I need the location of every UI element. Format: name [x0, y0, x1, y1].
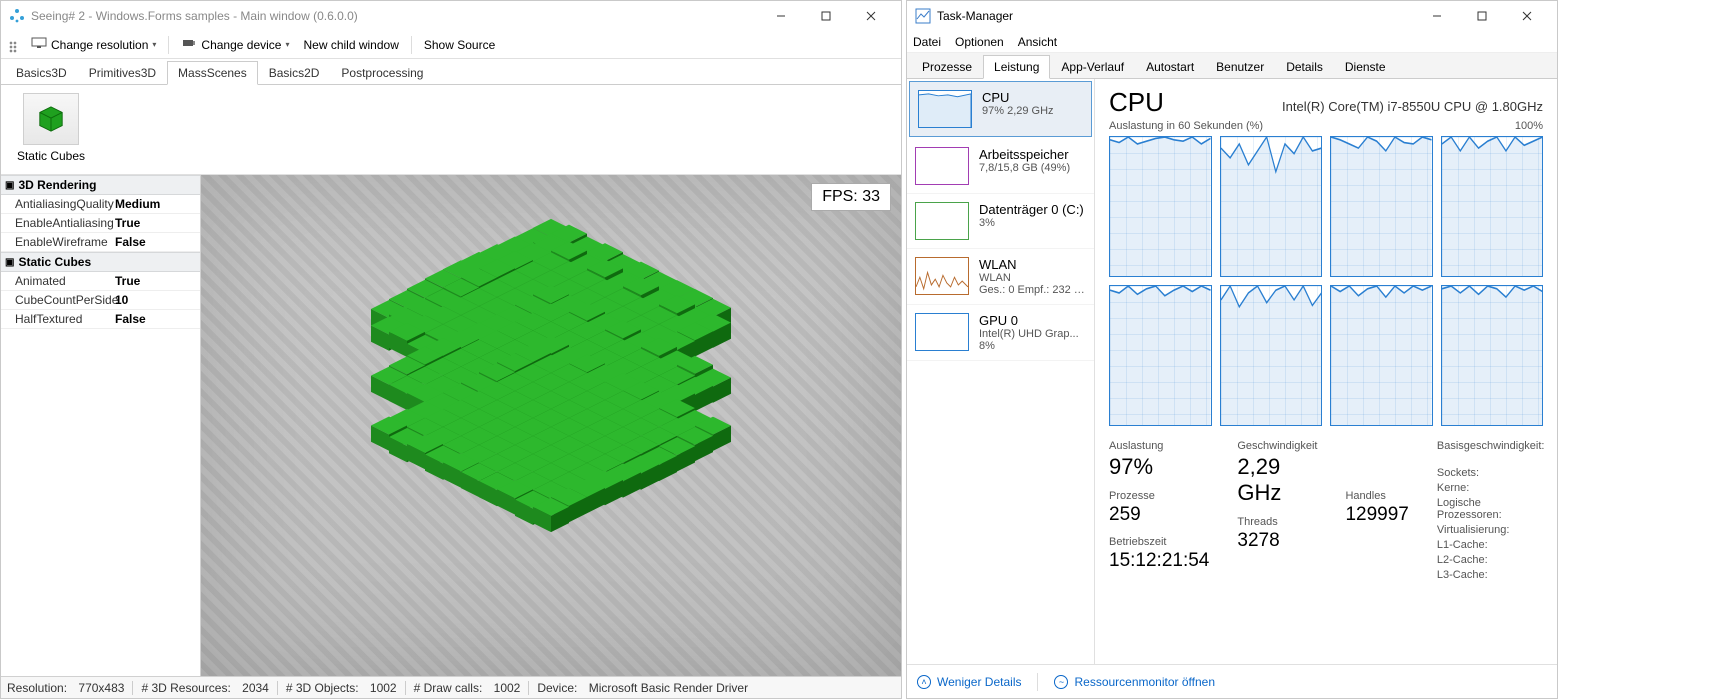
- menu-optionen[interactable]: Optionen: [955, 35, 1004, 49]
- activity-icon: ~: [1054, 675, 1068, 689]
- tm-maximize-button[interactable]: [1459, 2, 1504, 30]
- tm-menubar: Datei Optionen Ansicht: [907, 31, 1557, 53]
- cpu-chart: [1330, 136, 1433, 277]
- tm-tab-autostart[interactable]: Autostart: [1135, 55, 1205, 78]
- tm-close-button[interactable]: [1504, 2, 1549, 30]
- task-manager-icon: [915, 8, 931, 24]
- tm-tab-leistung[interactable]: Leistung: [983, 55, 1050, 79]
- prop-row[interactable]: EnableAntialiasingTrue: [1, 214, 200, 233]
- cpu-detail-table: Basisgeschwindigkeit:1,99 GHzSockets:1Ke…: [1437, 440, 1557, 581]
- chevron-up-icon: ˄: [917, 675, 931, 689]
- tm-side-datentr-ger-0-c-[interactable]: Datenträger 0 (C:)3%: [907, 194, 1094, 249]
- tm-titlebar: Task-Manager: [907, 1, 1557, 31]
- thumb-label: Static Cubes: [11, 149, 91, 163]
- tm-side-arbeitsspeicher[interactable]: Arbeitsspeicher7,8/15,8 GB (49%): [907, 139, 1094, 194]
- show-source-button[interactable]: Show Source: [418, 36, 501, 54]
- prop-row[interactable]: HalfTexturedFalse: [1, 310, 200, 329]
- prop-row[interactable]: CubeCountPerSide10: [1, 291, 200, 310]
- thumb-preview: [23, 93, 79, 145]
- task-manager-window: Task-Manager Datei Optionen Ansicht Prozes…: [906, 0, 1558, 699]
- titlebar: Seeing# 2 - Windows.Forms samples - Main…: [1, 1, 901, 31]
- monitor-icon: [31, 37, 47, 52]
- tab-primitives3d[interactable]: Primitives3D: [78, 61, 167, 84]
- tm-tab-benutzer[interactable]: Benutzer: [1205, 55, 1275, 78]
- sample-thumb-static-cubes[interactable]: Static Cubes: [11, 93, 91, 163]
- window-title: Seeing# 2 - Windows.Forms samples - Main…: [31, 9, 758, 23]
- fps-overlay: FPS: 33: [811, 183, 891, 211]
- cpu-stats: Auslastung97% Prozesse259 Betriebszeit15…: [1109, 440, 1543, 581]
- gpu-icon: [181, 37, 197, 52]
- prop-row[interactable]: AnimatedTrue: [1, 272, 200, 291]
- change-device-button[interactable]: Change device▾: [175, 35, 295, 54]
- toolbar: Change resolution▾ Change device▾ New ch…: [1, 31, 901, 59]
- cpu-charts-grid: [1109, 136, 1543, 426]
- tab-postprocessing[interactable]: Postprocessing: [330, 61, 434, 84]
- cpu-chart: [1109, 285, 1212, 426]
- cube-mesh: [331, 197, 771, 637]
- chart-subtitle: Auslastung in 60 Sekunden (%): [1109, 120, 1263, 132]
- prop-row[interactable]: AntialiasingQualityMedium: [1, 195, 200, 214]
- tm-tab-details[interactable]: Details: [1275, 55, 1334, 78]
- cpu-model: Intel(R) Core(TM) i7-8550U CPU @ 1.80GHz: [1282, 99, 1543, 114]
- sample-tabs: Basics3DPrimitives3DMassScenesBasics2DPo…: [1, 59, 901, 85]
- close-button[interactable]: [848, 2, 893, 30]
- minimize-button[interactable]: [758, 2, 803, 30]
- chart-max: 100%: [1515, 120, 1543, 132]
- tm-footer: ˄Weniger Details ~Ressourcenmonitor öffn…: [907, 664, 1557, 698]
- tm-tab-dienste[interactable]: Dienste: [1334, 55, 1397, 78]
- cpu-chart: [1441, 136, 1544, 277]
- status-bar: Resolution: 770x483 # 3D Resources: 2034…: [1, 676, 901, 698]
- tm-main: CPU Intel(R) Core(TM) i7-8550U CPU @ 1.8…: [1095, 79, 1557, 664]
- render-viewport[interactable]: FPS: 33: [201, 175, 901, 676]
- collapse-icon: ▣: [5, 180, 14, 191]
- property-grid[interactable]: ▣3D Rendering AntialiasingQualityMediumE…: [1, 175, 201, 676]
- change-resolution-button[interactable]: Change resolution▾: [25, 35, 162, 54]
- tm-side-wlan[interactable]: WLANWLANGes.: 0 Empf.: 232 KBit/s: [907, 249, 1094, 305]
- cpu-chart: [1220, 285, 1323, 426]
- tm-minimize-button[interactable]: [1414, 2, 1459, 30]
- tm-side-cpu[interactable]: CPU97% 2,29 GHz: [909, 81, 1092, 137]
- app-logo-icon: [9, 8, 25, 24]
- sample-thumbnails: Static Cubes: [1, 85, 901, 175]
- menu-datei[interactable]: Datei: [913, 35, 941, 49]
- tab-basics3d[interactable]: Basics3D: [5, 61, 78, 84]
- tm-title: Task-Manager: [937, 9, 1013, 23]
- resource-monitor-link[interactable]: ~Ressourcenmonitor öffnen: [1054, 675, 1215, 689]
- maximize-button[interactable]: [803, 2, 848, 30]
- cpu-chart: [1330, 285, 1433, 426]
- tm-side-gpu-0[interactable]: GPU 0Intel(R) UHD Grap...8%: [907, 305, 1094, 361]
- collapse-icon: ▣: [5, 257, 14, 268]
- tm-tab-prozesse[interactable]: Prozesse: [911, 55, 983, 78]
- cpu-chart: [1220, 136, 1323, 277]
- cpu-heading: CPU: [1109, 87, 1164, 118]
- tm-tab-app-verlauf[interactable]: App-Verlauf: [1050, 55, 1135, 78]
- new-child-window-button[interactable]: New child window: [298, 36, 405, 54]
- prop-category-static-cubes[interactable]: ▣Static Cubes: [1, 252, 200, 272]
- tab-massscenes[interactable]: MassScenes: [167, 61, 258, 85]
- prop-category-rendering[interactable]: ▣3D Rendering: [1, 175, 200, 195]
- fewer-details-link[interactable]: ˄Weniger Details: [917, 675, 1021, 689]
- prop-row[interactable]: EnableWireframeFalse: [1, 233, 200, 252]
- tm-tabs: ProzesseLeistungApp-VerlaufAutostartBenu…: [907, 53, 1557, 79]
- app-window: Seeing# 2 - Windows.Forms samples - Main…: [0, 0, 902, 699]
- tm-sidebar: CPU97% 2,29 GHzArbeitsspeicher7,8/15,8 G…: [907, 79, 1095, 664]
- grip-icon: [7, 39, 23, 51]
- cpu-chart: [1109, 136, 1212, 277]
- tab-basics2d[interactable]: Basics2D: [258, 61, 331, 84]
- cpu-chart: [1441, 285, 1544, 426]
- menu-ansicht[interactable]: Ansicht: [1018, 35, 1057, 49]
